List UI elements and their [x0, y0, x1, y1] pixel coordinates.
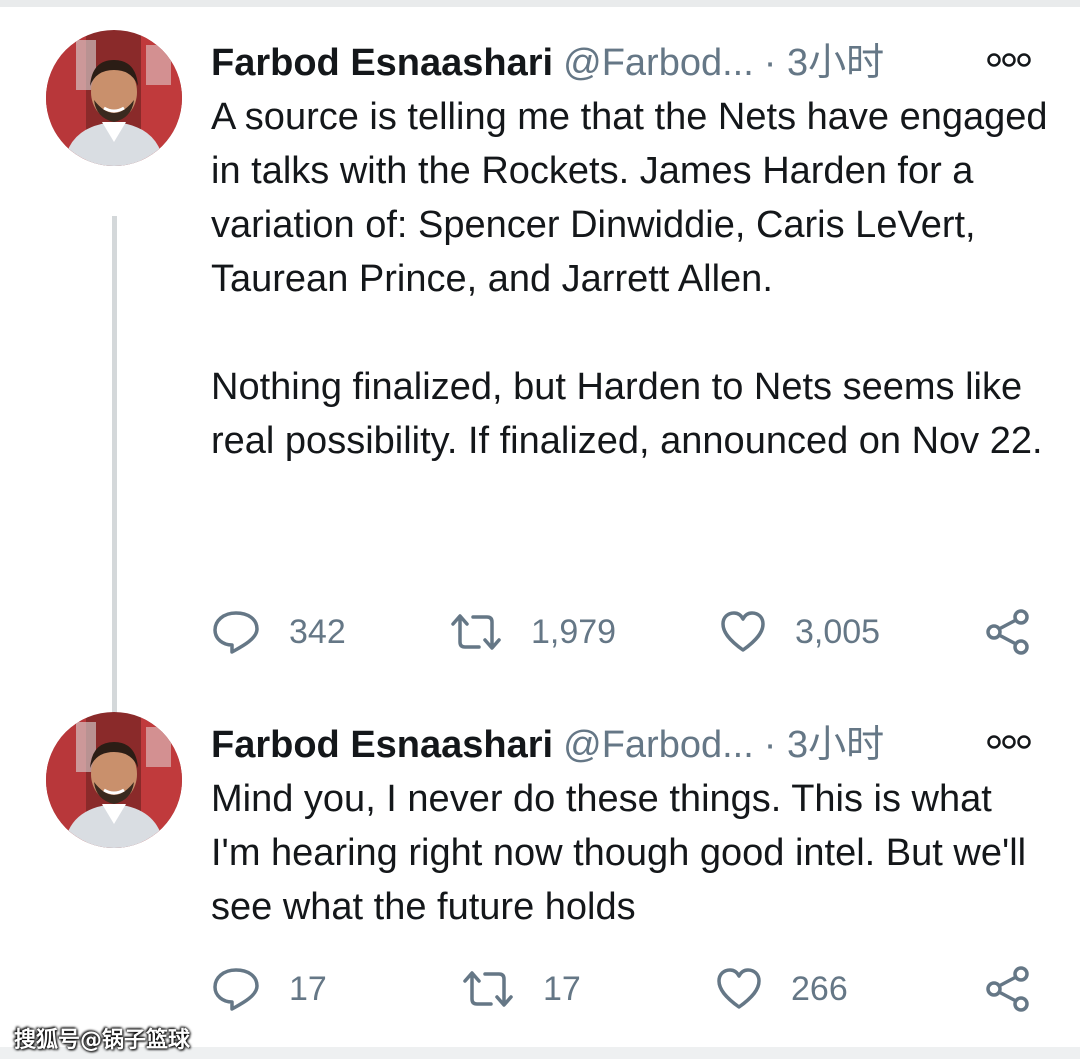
retweet-button[interactable]: 17	[461, 959, 581, 1019]
tweet-actions: 17 17 266	[211, 959, 1041, 1019]
avatar[interactable]	[46, 30, 182, 166]
like-count: 266	[791, 969, 848, 1008]
retweet-count: 1,979	[531, 612, 617, 651]
reply-count: 342	[289, 612, 346, 651]
author-name[interactable]: Farbod Esnaashari	[211, 724, 553, 766]
retweet-icon	[463, 971, 513, 1007]
timestamp[interactable]: 3小时	[787, 724, 884, 766]
timestamp[interactable]: 3小时	[787, 42, 884, 84]
author-handle[interactable]: @Farbod...	[563, 42, 754, 84]
tweet-paragraph: Nothing finalized, but Harden to Nets se…	[211, 366, 1043, 462]
separator-dot: ·	[763, 724, 777, 766]
tweet-text: Mind you, I never do these things. This …	[211, 772, 1051, 934]
tweet[interactable]: Farbod Esnaashari @Farbod... · 3小时 A sourc…	[0, 30, 1080, 728]
like-button[interactable]: 266	[715, 959, 848, 1019]
like-button[interactable]: 3,005	[719, 602, 880, 662]
thread-connector-line	[112, 216, 117, 728]
reply-button[interactable]: 342	[211, 602, 346, 662]
more-options-icon	[987, 735, 1031, 749]
retweet-icon	[451, 614, 501, 650]
reply-button[interactable]: 17	[211, 959, 327, 1019]
separator-dot: ·	[763, 42, 777, 84]
author-name[interactable]: Farbod Esnaashari	[211, 42, 553, 84]
heart-icon	[721, 611, 765, 652]
avatar[interactable]	[46, 712, 182, 848]
reply-icon	[213, 611, 259, 654]
share-button[interactable]	[983, 602, 1033, 662]
retweet-button[interactable]: 1,979	[449, 602, 616, 662]
retweet-count: 17	[543, 969, 581, 1008]
tweet[interactable]: Farbod Esnaashari @Farbod... · 3小时 Mind yo…	[0, 712, 1080, 1042]
tweet-actions: 342 1,979 3,005	[211, 602, 1041, 662]
share-icon	[986, 609, 1029, 655]
like-count: 3,005	[795, 612, 881, 651]
more-options-icon	[987, 53, 1031, 67]
heart-icon	[717, 968, 761, 1009]
tweet-paragraph: A source is telling me that the Nets hav…	[211, 96, 1048, 300]
top-divider	[0, 0, 1080, 7]
reply-icon	[213, 968, 259, 1011]
tweet-header: Farbod Esnaashari @Farbod... · 3小时	[211, 38, 1051, 92]
share-icon	[986, 966, 1029, 1012]
tweet-text: A source is telling me that the Nets hav…	[211, 90, 1051, 468]
author-handle[interactable]: @Farbod...	[563, 724, 754, 766]
share-button[interactable]	[983, 959, 1033, 1019]
tweet-header: Farbod Esnaashari @Farbod... · 3小时	[211, 720, 1051, 774]
tweet-paragraph: Mind you, I never do these things. This …	[211, 778, 1027, 928]
more-options-button[interactable]	[985, 724, 1033, 760]
reply-count: 17	[289, 969, 327, 1008]
watermark-text: 搜狐号@锅子篮球	[14, 1028, 191, 1053]
more-options-button[interactable]	[985, 42, 1033, 78]
